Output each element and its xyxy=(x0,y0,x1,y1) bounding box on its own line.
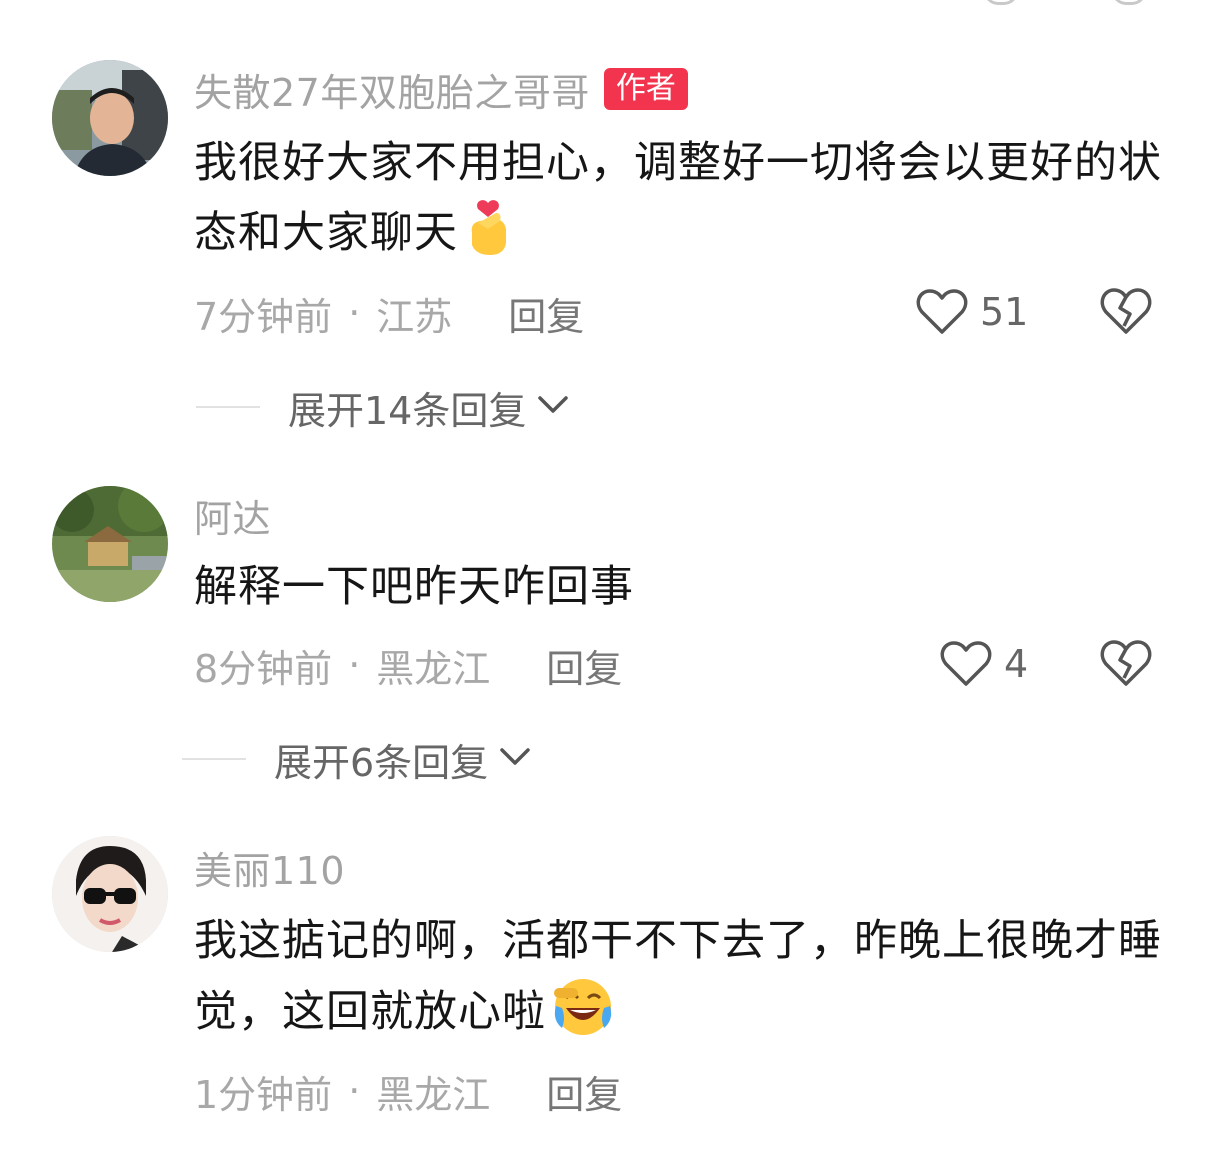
chevron-down-icon xyxy=(536,394,570,420)
comment-meta: 7分钟前 · 江苏 回复 xyxy=(194,286,584,341)
reply-button[interactable]: 回复 xyxy=(546,638,622,693)
comment-meta: 8分钟前 · 黑龙江 回复 xyxy=(194,638,622,693)
avatar[interactable] xyxy=(52,836,168,952)
expand-replies-button[interactable]: 展开14条回复 xyxy=(196,382,570,433)
expand-replies-label: 展开6条回复 xyxy=(274,740,489,785)
comment-location: 江苏 xyxy=(376,294,453,339)
separator-dot: · xyxy=(348,291,361,335)
dislike-button[interactable] xyxy=(1100,638,1152,690)
avatar[interactable] xyxy=(52,60,168,176)
avatar-image xyxy=(52,60,168,176)
like-button[interactable]: 51 xyxy=(916,284,1028,340)
broken-heart-icon xyxy=(1100,640,1152,686)
divider-line xyxy=(196,406,260,408)
heart-icon xyxy=(916,289,968,334)
like-count: 4 xyxy=(1004,642,1029,686)
expand-replies-button[interactable]: 展开6条回复 xyxy=(182,734,532,785)
previous-comment-actions xyxy=(0,0,1216,6)
dislike-button[interactable] xyxy=(1100,286,1152,338)
separator-dot: · xyxy=(348,1069,361,1113)
username-row: 美丽110 xyxy=(194,840,345,895)
finger-heart-emoji-icon xyxy=(464,199,512,280)
avatar-image xyxy=(52,836,168,952)
heart-icon[interactable] xyxy=(984,0,1018,5)
broken-heart-icon xyxy=(1100,288,1152,334)
comment-text-content: 解释一下吧昨天咋回事 xyxy=(194,562,634,612)
comment-text: 我这掂记的啊，活都干不下去了，昨晚上很晚才睡觉，这回就放心啦 xyxy=(194,906,1164,1059)
comment-time: 1分钟前 xyxy=(194,1072,333,1117)
comment-text-content: 我这掂记的啊，活都干不下去了，昨晚上很晚才睡觉，这回就放心啦 xyxy=(194,916,1162,1037)
separator-dot: · xyxy=(348,643,361,687)
comment-time: 8分钟前 xyxy=(194,646,333,691)
comment-text: 解释一下吧昨天咋回事 xyxy=(194,552,1164,622)
reply-button[interactable]: 回复 xyxy=(508,286,584,341)
avatar[interactable] xyxy=(52,486,168,602)
laughing-crying-emoji-icon xyxy=(552,976,614,1059)
heart-icon xyxy=(940,641,992,686)
username[interactable]: 阿达 xyxy=(194,488,271,543)
author-badge: 作者 xyxy=(603,68,688,110)
username-row: 失散27年双胞胎之哥哥 作者 xyxy=(194,62,688,117)
avatar-image xyxy=(52,486,168,602)
comment-list: 失散27年双胞胎之哥哥 作者 我很好大家不用担心，调整好一切将会以更好的状态和大… xyxy=(0,0,1216,1156)
chevron-down-icon xyxy=(498,746,532,772)
expand-replies-label: 展开14条回复 xyxy=(288,388,527,433)
comment-meta: 1分钟前 · 黑龙江 回复 xyxy=(194,1064,622,1119)
comment-text-content: 我很好大家不用担心，调整好一切将会以更好的状态和大家聊天 xyxy=(194,138,1162,258)
comment-text: 我很好大家不用担心，调整好一切将会以更好的状态和大家聊天 xyxy=(194,128,1164,280)
comment-time: 7分钟前 xyxy=(194,294,333,339)
like-button[interactable]: 4 xyxy=(940,636,1028,692)
username[interactable]: 美丽110 xyxy=(194,840,345,895)
username[interactable]: 失散27年双胞胎之哥哥 xyxy=(194,62,590,117)
username-row: 阿达 xyxy=(194,488,271,543)
like-count: 51 xyxy=(980,290,1029,334)
comment-location: 黑龙江 xyxy=(376,1072,491,1117)
dislike-icon[interactable] xyxy=(1112,0,1146,5)
divider-line xyxy=(182,758,246,760)
comment-location: 黑龙江 xyxy=(376,646,491,691)
reply-button[interactable]: 回复 xyxy=(546,1064,622,1119)
